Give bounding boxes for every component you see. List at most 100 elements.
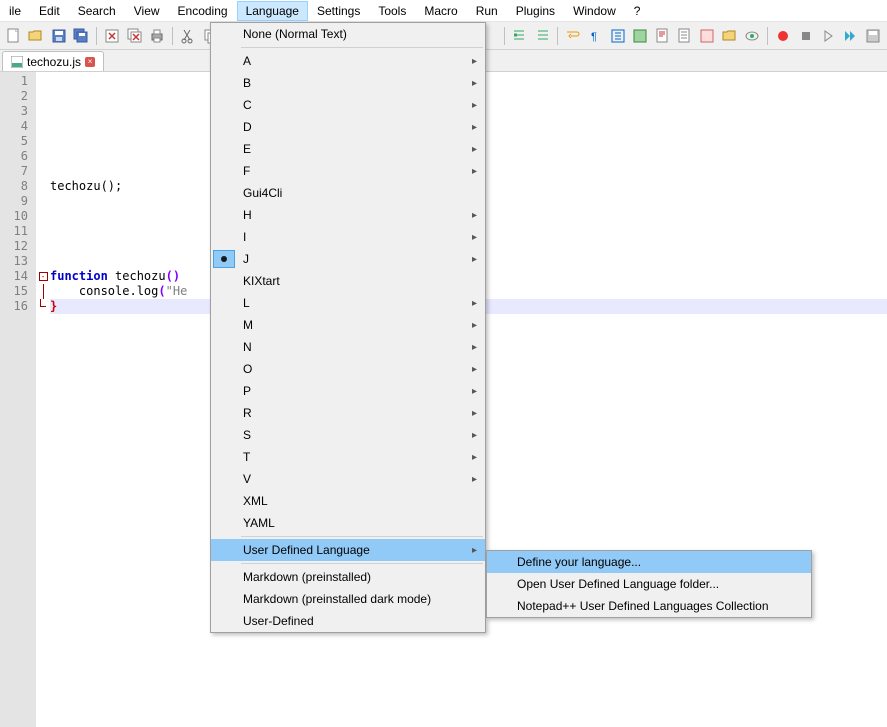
lang-s[interactable]: S▸ <box>211 424 485 446</box>
submenu-arrow-icon: ▸ <box>472 452 477 463</box>
fold-toggle-icon[interactable]: - <box>39 272 48 281</box>
submenu-arrow-icon: ▸ <box>472 474 477 485</box>
lang-p[interactable]: P▸ <box>211 380 485 402</box>
folder-workspace-icon[interactable] <box>720 25 740 47</box>
record-macro-icon[interactable] <box>773 25 793 47</box>
close-all-icon[interactable] <box>125 25 145 47</box>
separator <box>241 47 483 48</box>
submenu-arrow-icon: ▸ <box>472 342 477 353</box>
line-number: 1 <box>0 74 36 89</box>
close-icon[interactable] <box>102 25 122 47</box>
menu-edit[interactable]: Edit <box>30 1 69 21</box>
submenu-arrow-icon: ▸ <box>472 166 477 177</box>
submenu-arrow-icon: ▸ <box>472 386 477 397</box>
function-list-icon[interactable] <box>697 25 717 47</box>
submenu-arrow-icon: ▸ <box>472 56 477 67</box>
submenu-arrow-icon: ▸ <box>472 545 477 556</box>
menu-plugins[interactable]: Plugins <box>507 1 564 21</box>
lang-xml[interactable]: XML <box>211 490 485 512</box>
lang-user-defined-language[interactable]: User Defined Language▸ <box>211 539 485 561</box>
separator <box>96 27 97 45</box>
udl-collection[interactable]: Notepad++ User Defined Languages Collect… <box>487 595 811 617</box>
separator <box>172 27 173 45</box>
lang-j[interactable]: J▸ <box>211 248 485 270</box>
cut-icon[interactable] <box>178 25 198 47</box>
save-icon[interactable] <box>49 25 69 47</box>
lang-i[interactable]: I▸ <box>211 226 485 248</box>
indent-guide-icon[interactable] <box>608 25 628 47</box>
submenu-arrow-icon: ▸ <box>472 364 477 375</box>
lang-b[interactable]: B▸ <box>211 72 485 94</box>
lang-kixtart[interactable]: KIXtart <box>211 270 485 292</box>
submenu-arrow-icon: ▸ <box>472 430 477 441</box>
submenu-arrow-icon: ▸ <box>472 210 477 221</box>
submenu-arrow-icon: ▸ <box>472 78 477 89</box>
lang-c[interactable]: C▸ <box>211 94 485 116</box>
udl-dialog-icon[interactable] <box>630 25 650 47</box>
monitoring-icon[interactable] <box>742 25 762 47</box>
tab-close-icon[interactable]: × <box>85 57 95 67</box>
line-number: 8 <box>0 179 36 194</box>
menu-tools[interactable]: Tools <box>369 1 415 21</box>
lang-o[interactable]: O▸ <box>211 358 485 380</box>
save-macro-icon[interactable] <box>862 25 882 47</box>
stop-macro-icon[interactable] <box>796 25 816 47</box>
lang-markdown-dark[interactable]: Markdown (preinstalled dark mode) <box>211 588 485 610</box>
all-chars-icon[interactable]: ¶ <box>586 25 606 47</box>
lang-l[interactable]: L▸ <box>211 292 485 314</box>
doc-list-icon[interactable] <box>675 25 695 47</box>
define-your-language[interactable]: Define your language... <box>487 551 811 573</box>
language-dropdown: None (Normal Text) A▸ B▸ C▸ D▸ E▸ F▸ Gui… <box>210 22 486 633</box>
lang-r[interactable]: R▸ <box>211 402 485 424</box>
tab-filename: techozu.js <box>27 55 81 69</box>
menu-file[interactable]: ile <box>0 1 30 21</box>
fold-end <box>40 299 46 307</box>
line-number: 16 <box>0 299 36 314</box>
lang-t[interactable]: T▸ <box>211 446 485 468</box>
menu-settings[interactable]: Settings <box>308 1 369 21</box>
indent-icon[interactable] <box>510 25 530 47</box>
wordwrap-icon[interactable] <box>563 25 583 47</box>
lang-m[interactable]: M▸ <box>211 314 485 336</box>
file-tab[interactable]: techozu.js × <box>2 51 104 71</box>
menu-view[interactable]: View <box>125 1 169 21</box>
play-multi-icon[interactable] <box>840 25 860 47</box>
submenu-arrow-icon: ▸ <box>472 408 477 419</box>
doc-map-icon[interactable] <box>653 25 673 47</box>
open-file-icon[interactable] <box>26 25 46 47</box>
line-number: 12 <box>0 239 36 254</box>
lang-e[interactable]: E▸ <box>211 138 485 160</box>
lang-h[interactable]: H▸ <box>211 204 485 226</box>
line-number: 3 <box>0 104 36 119</box>
play-macro-icon[interactable] <box>818 25 838 47</box>
save-all-icon[interactable] <box>71 25 91 47</box>
line-number: 7 <box>0 164 36 179</box>
lang-gui4cli[interactable]: Gui4Cli <box>211 182 485 204</box>
separator <box>504 27 505 45</box>
open-udl-folder[interactable]: Open User Defined Language folder... <box>487 573 811 595</box>
menu-encoding[interactable]: Encoding <box>169 1 237 21</box>
new-file-icon[interactable] <box>4 25 24 47</box>
menu-help[interactable]: ? <box>625 1 650 21</box>
lang-yaml[interactable]: YAML <box>211 512 485 534</box>
lang-none[interactable]: None (Normal Text) <box>211 23 485 45</box>
lang-n[interactable]: N▸ <box>211 336 485 358</box>
lang-a[interactable]: A▸ <box>211 50 485 72</box>
menu-run[interactable]: Run <box>467 1 507 21</box>
menubar: ile Edit Search View Encoding Language S… <box>0 0 887 22</box>
outdent-icon[interactable] <box>532 25 552 47</box>
lang-v[interactable]: V▸ <box>211 468 485 490</box>
lang-user-defined[interactable]: User-Defined <box>211 610 485 632</box>
lang-d[interactable]: D▸ <box>211 116 485 138</box>
menu-language[interactable]: Language <box>237 1 308 21</box>
line-number: 5 <box>0 134 36 149</box>
menu-window[interactable]: Window <box>564 1 625 21</box>
menu-search[interactable]: Search <box>69 1 125 21</box>
lang-markdown[interactable]: Markdown (preinstalled) <box>211 566 485 588</box>
lang-f[interactable]: F▸ <box>211 160 485 182</box>
print-icon[interactable] <box>147 25 167 47</box>
line-number: 6 <box>0 149 36 164</box>
js-file-icon <box>11 56 23 68</box>
menu-macro[interactable]: Macro <box>415 1 466 21</box>
separator <box>241 536 483 537</box>
